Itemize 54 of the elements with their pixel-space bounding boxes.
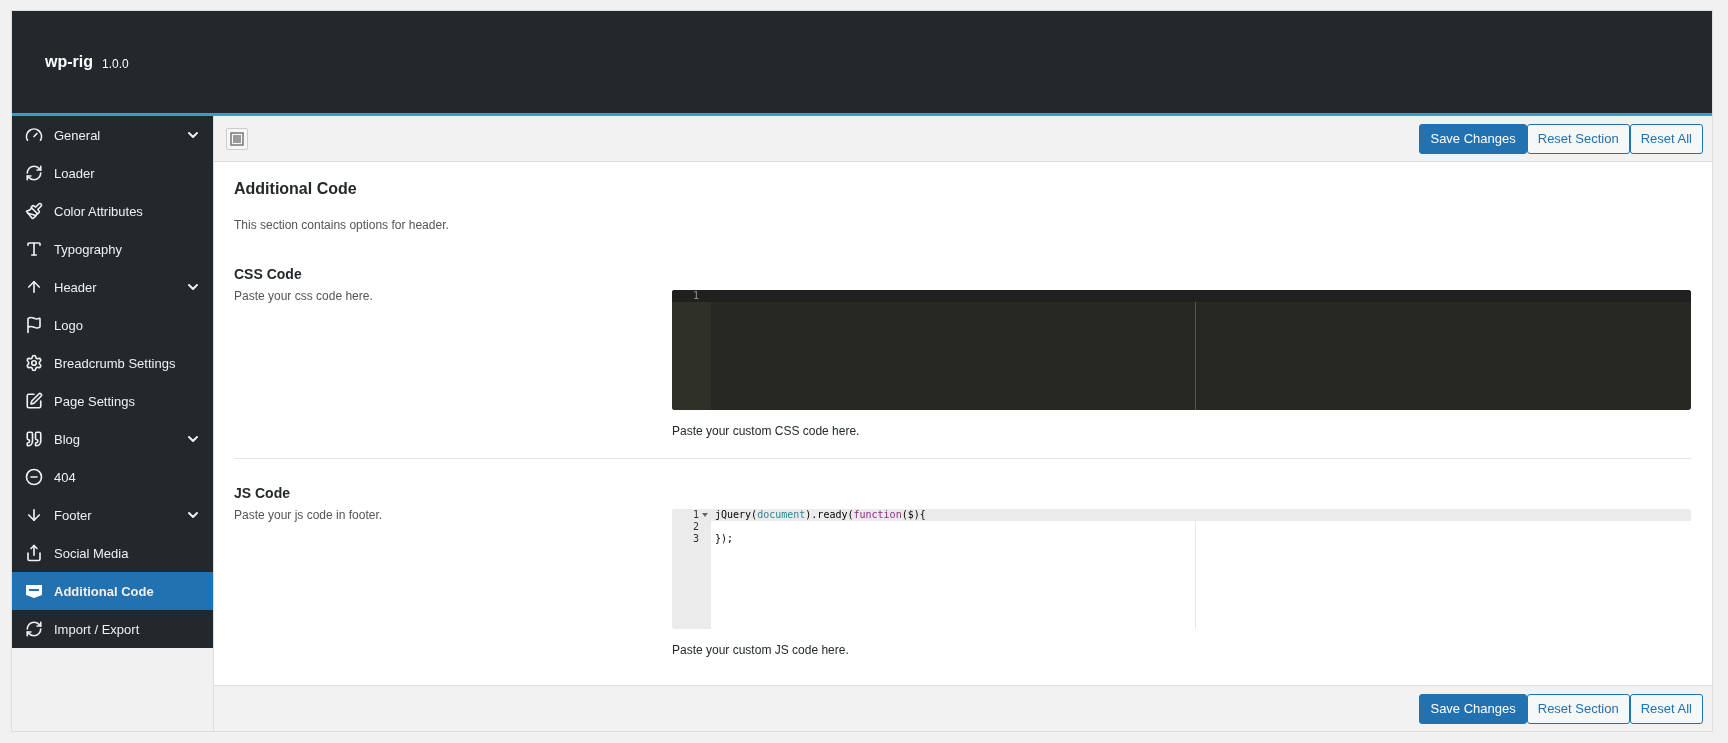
- sidebar-item[interactable]: Additional Code: [12, 572, 213, 610]
- version-label: 1.0.0: [102, 56, 129, 71]
- text-icon: [25, 240, 43, 258]
- sidebar-item[interactable]: Header: [12, 268, 213, 306]
- line-number: 2: [691, 521, 700, 533]
- minus-circle-icon: [25, 468, 43, 486]
- reset-button[interactable]: Reset All: [1629, 693, 1703, 724]
- sidebar-item[interactable]: Blog: [12, 420, 213, 458]
- field-description: Paste your css code here.: [234, 289, 374, 303]
- help-text: Paste your custom CSS code here.: [672, 424, 861, 438]
- edit-icon: [25, 392, 43, 410]
- sidebar-item[interactable]: Loader: [12, 154, 213, 192]
- sidebar-item[interactable]: Page Settings: [12, 382, 213, 420]
- line-number: 3: [691, 533, 700, 545]
- save-button[interactable]: Save Changes: [1419, 693, 1527, 724]
- sidebar-item[interactable]: Logo: [12, 306, 213, 344]
- section-title: Additional Code: [234, 180, 358, 198]
- paintbrush-icon: [25, 202, 43, 220]
- save-button[interactable]: Save Changes: [1419, 123, 1527, 154]
- sidebar-item[interactable]: Color Attributes: [12, 192, 213, 230]
- panel-icon: [230, 131, 244, 146]
- section-description: This section contains options for header.: [234, 218, 450, 232]
- reset-button[interactable]: Reset Section: [1526, 123, 1630, 154]
- sidebar-item[interactable]: Social Media: [12, 534, 213, 572]
- expand-button[interactable]: [226, 127, 248, 150]
- share-icon: [25, 544, 43, 562]
- code-line: });: [714, 533, 734, 545]
- refresh-icon: [25, 620, 43, 638]
- field-title: JS Code: [234, 485, 291, 501]
- sidebar-item[interactable]: General: [12, 116, 213, 154]
- field-description: Paste your js code in footer.: [234, 508, 384, 522]
- sidebar-item[interactable]: Breadcrumb Settings: [12, 344, 213, 382]
- help-text: Paste your custom JS code here.: [672, 643, 850, 657]
- code-editor[interactable]: 1 2 3 jQuery(document).ready(function($){ });: [672, 509, 1691, 629]
- field-title: CSS Code: [234, 266, 303, 282]
- gauge-icon: [25, 126, 43, 144]
- refresh-icon: [25, 164, 43, 182]
- flag-icon: [25, 316, 43, 334]
- code-line: jQuery(document).ready(function($){: [714, 509, 926, 521]
- code-editor[interactable]: 1: [672, 290, 1691, 410]
- line-number: 1: [691, 290, 700, 302]
- reset-button[interactable]: Reset All: [1629, 123, 1703, 154]
- sidebar-item[interactable]: Typography: [12, 230, 213, 268]
- app-title: wp-rig: [45, 53, 93, 71]
- sidebar-item[interactable]: Import / Export: [12, 610, 213, 648]
- fold-arrow-icon[interactable]: [702, 513, 708, 517]
- line-number: 1: [672, 509, 711, 521]
- quote-icon: [25, 430, 43, 448]
- reset-button[interactable]: Reset Section: [1526, 693, 1630, 724]
- settings-icon: [25, 354, 43, 372]
- code-badge-icon: [25, 582, 43, 600]
- sidebar-item[interactable]: Footer: [12, 496, 213, 534]
- sidebar-item[interactable]: 404: [12, 458, 213, 496]
- down-arrow-icon: [25, 506, 43, 524]
